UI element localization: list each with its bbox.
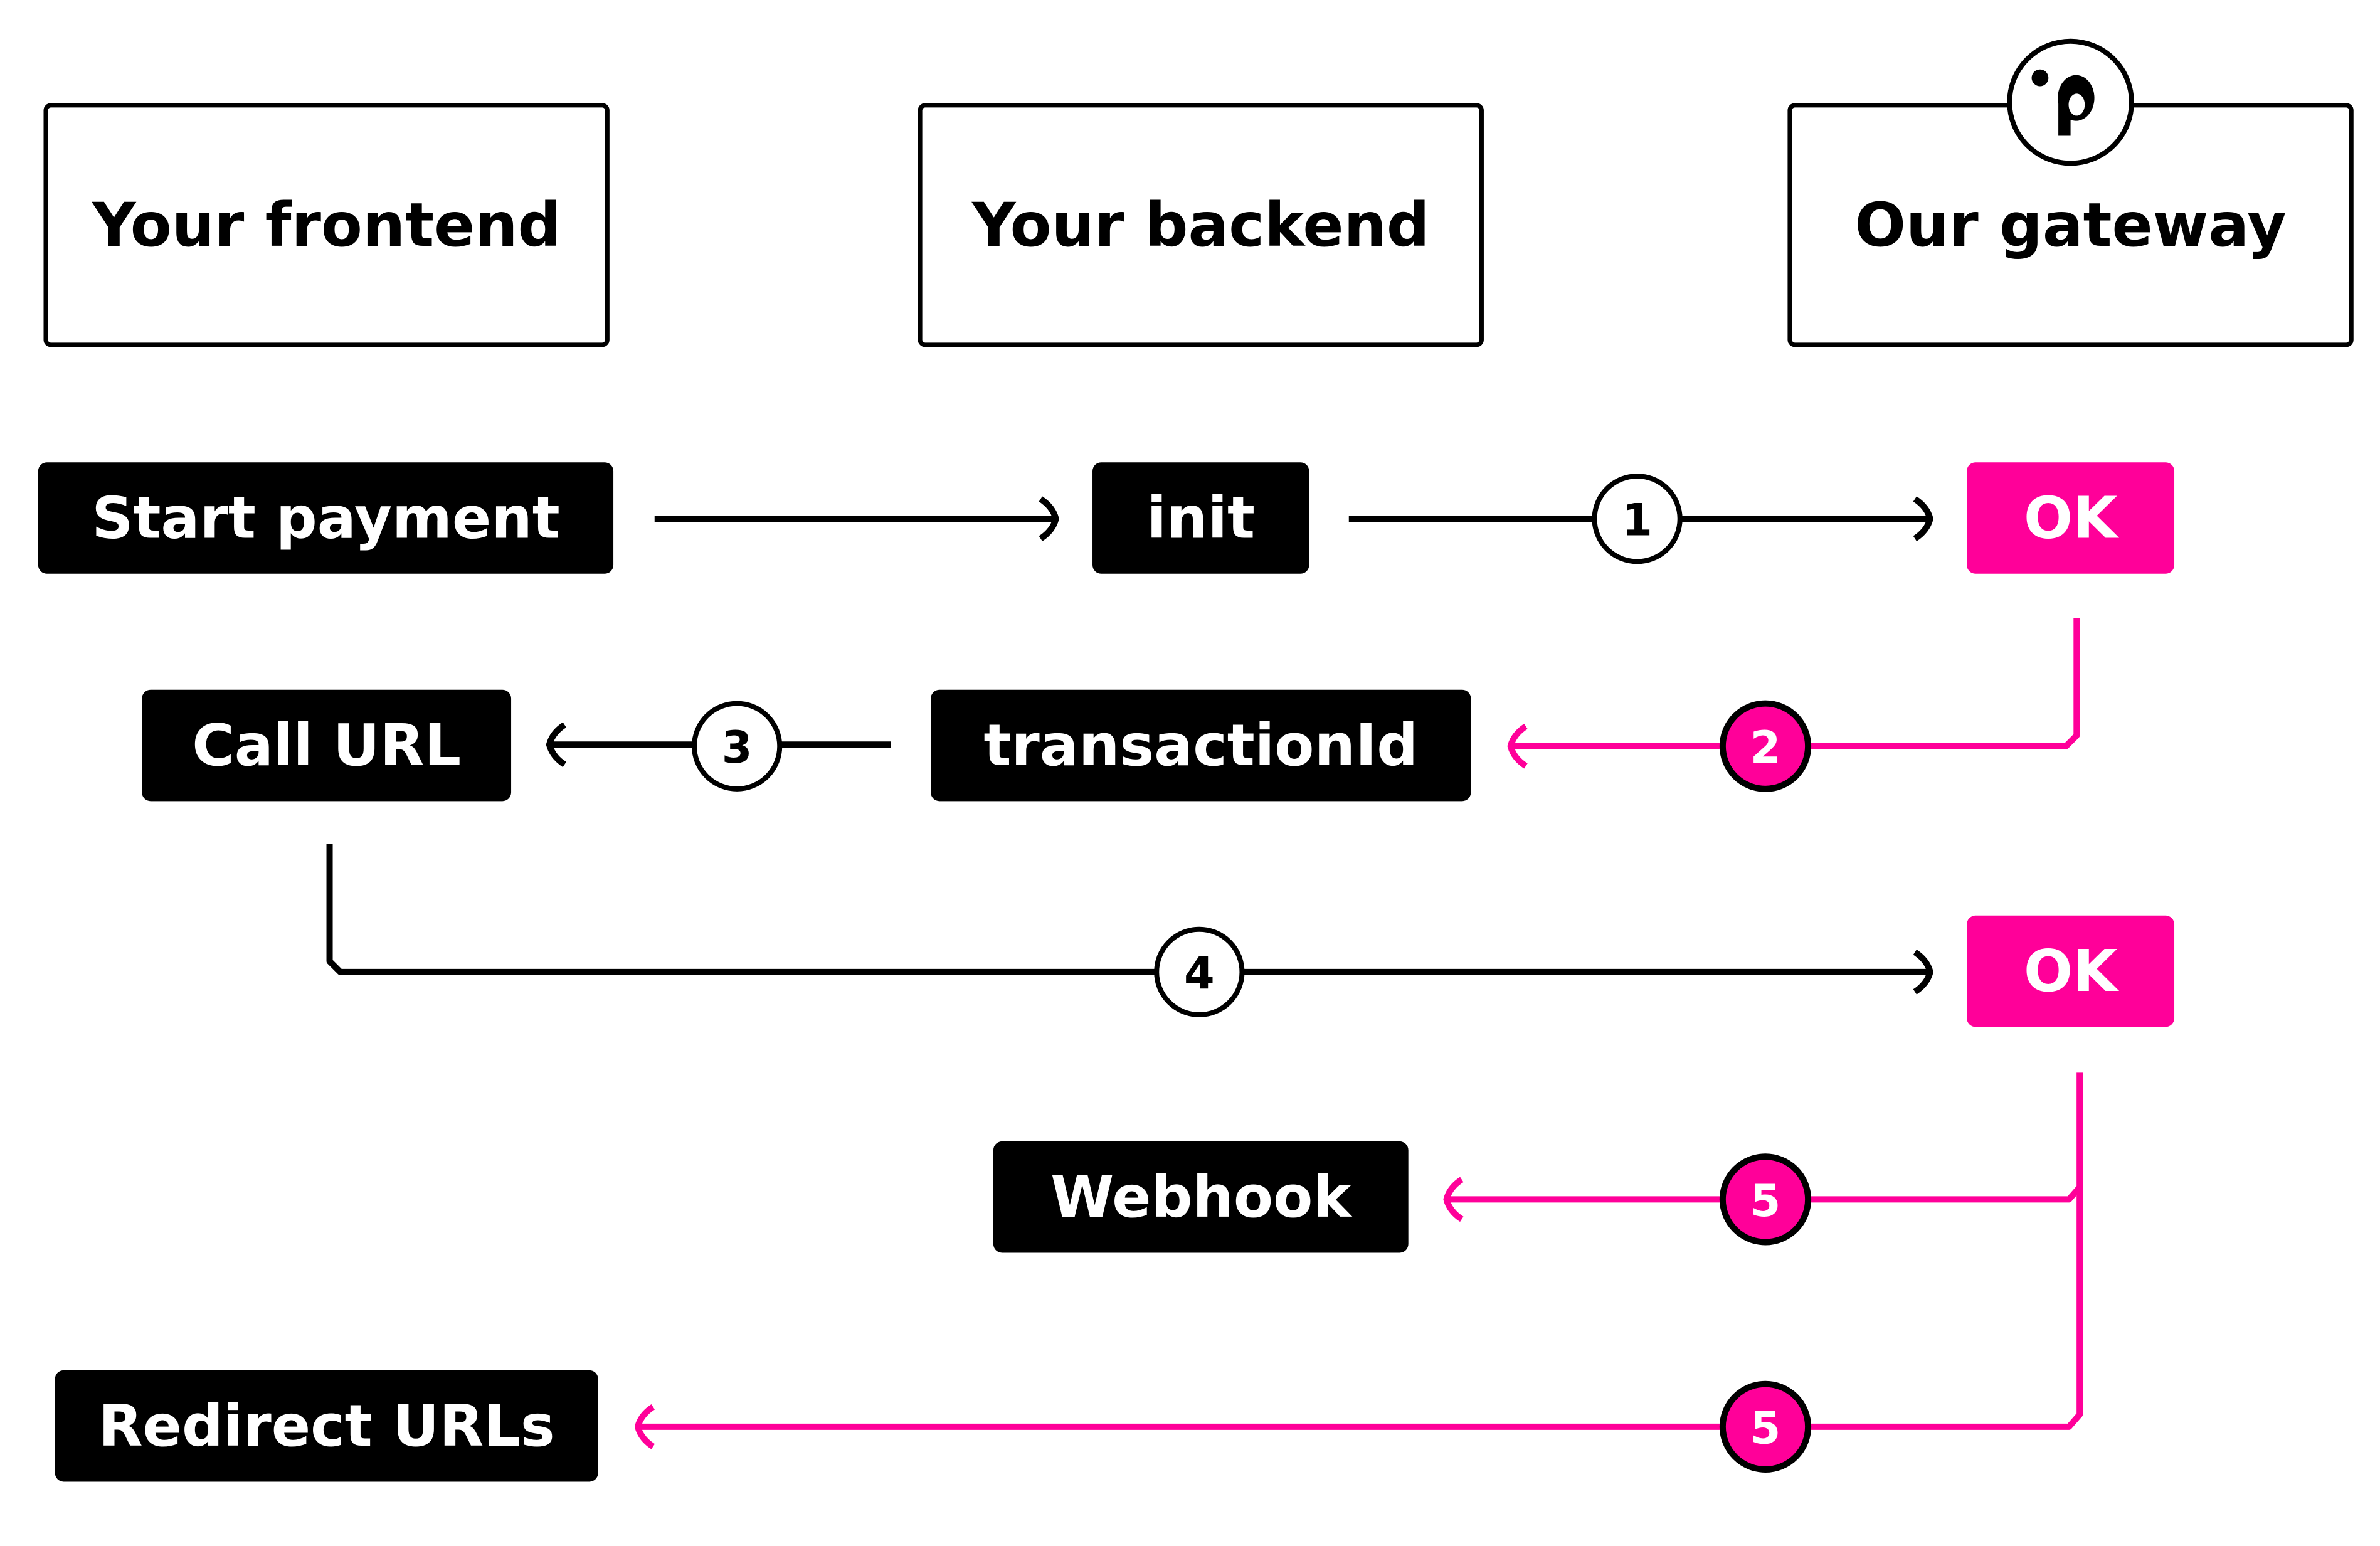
step-badge: 5 <box>1719 1380 1812 1473</box>
node-ok-2: OK <box>1967 915 2175 1027</box>
node-label: OK <box>2024 938 2120 1005</box>
step-badge-number: 1 <box>1622 495 1653 546</box>
node-label: Redirect URLs <box>98 1392 555 1459</box>
step-badge-number: 5 <box>1750 1175 1781 1227</box>
node-redirect-urls: Redirect URLs <box>55 1370 598 1482</box>
node-start-payment: Start payment <box>38 462 614 574</box>
lane-label-gateway: Our gateway <box>1854 190 2286 260</box>
step-badge: 1 <box>1592 474 1683 564</box>
step-badge-number: 3 <box>722 722 753 773</box>
node-label: init <box>1146 485 1255 552</box>
lane-backend: Your backend <box>918 103 1484 347</box>
step-badge-number: 4 <box>1184 948 1215 999</box>
node-label: Webhook <box>1050 1163 1352 1231</box>
brand-p-logo-icon <box>2007 38 2134 166</box>
logo-circle <box>2007 38 2134 166</box>
lane-frontend: Your frontend <box>43 103 610 347</box>
lane-label-frontend: Your frontend <box>92 190 561 260</box>
edge-e-callurl-ok2 <box>326 844 1933 995</box>
step-badge: 3 <box>692 701 783 792</box>
node-label: OK <box>2024 485 2120 552</box>
step-badge: 5 <box>1719 1153 1812 1246</box>
node-label: Call URL <box>192 712 461 779</box>
node-transaction-id: transactionId <box>931 689 1471 802</box>
step-badge-number: 2 <box>1750 722 1781 773</box>
node-label: Start payment <box>92 485 560 552</box>
payment-flow-diagram: Your frontend Your backend Our gateway S… <box>38 38 2354 1482</box>
edge-e-start-init <box>654 496 1059 542</box>
logo-dot <box>2031 69 2049 87</box>
step-badge-number: 5 <box>1750 1402 1781 1454</box>
lane-label-backend: Your backend <box>971 190 1430 260</box>
node-ok-1: OK <box>1967 462 2175 574</box>
lane-gateway: Our gateway <box>1787 38 2354 347</box>
node-label: transactionId <box>983 712 1418 779</box>
step-badge: 2 <box>1719 700 1812 792</box>
step-badge: 4 <box>1154 926 1245 1017</box>
node-webhook: Webhook <box>993 1141 1409 1253</box>
node-init: init <box>1092 462 1309 574</box>
node-call-url: Call URL <box>142 689 512 802</box>
edge-line <box>326 844 1930 975</box>
